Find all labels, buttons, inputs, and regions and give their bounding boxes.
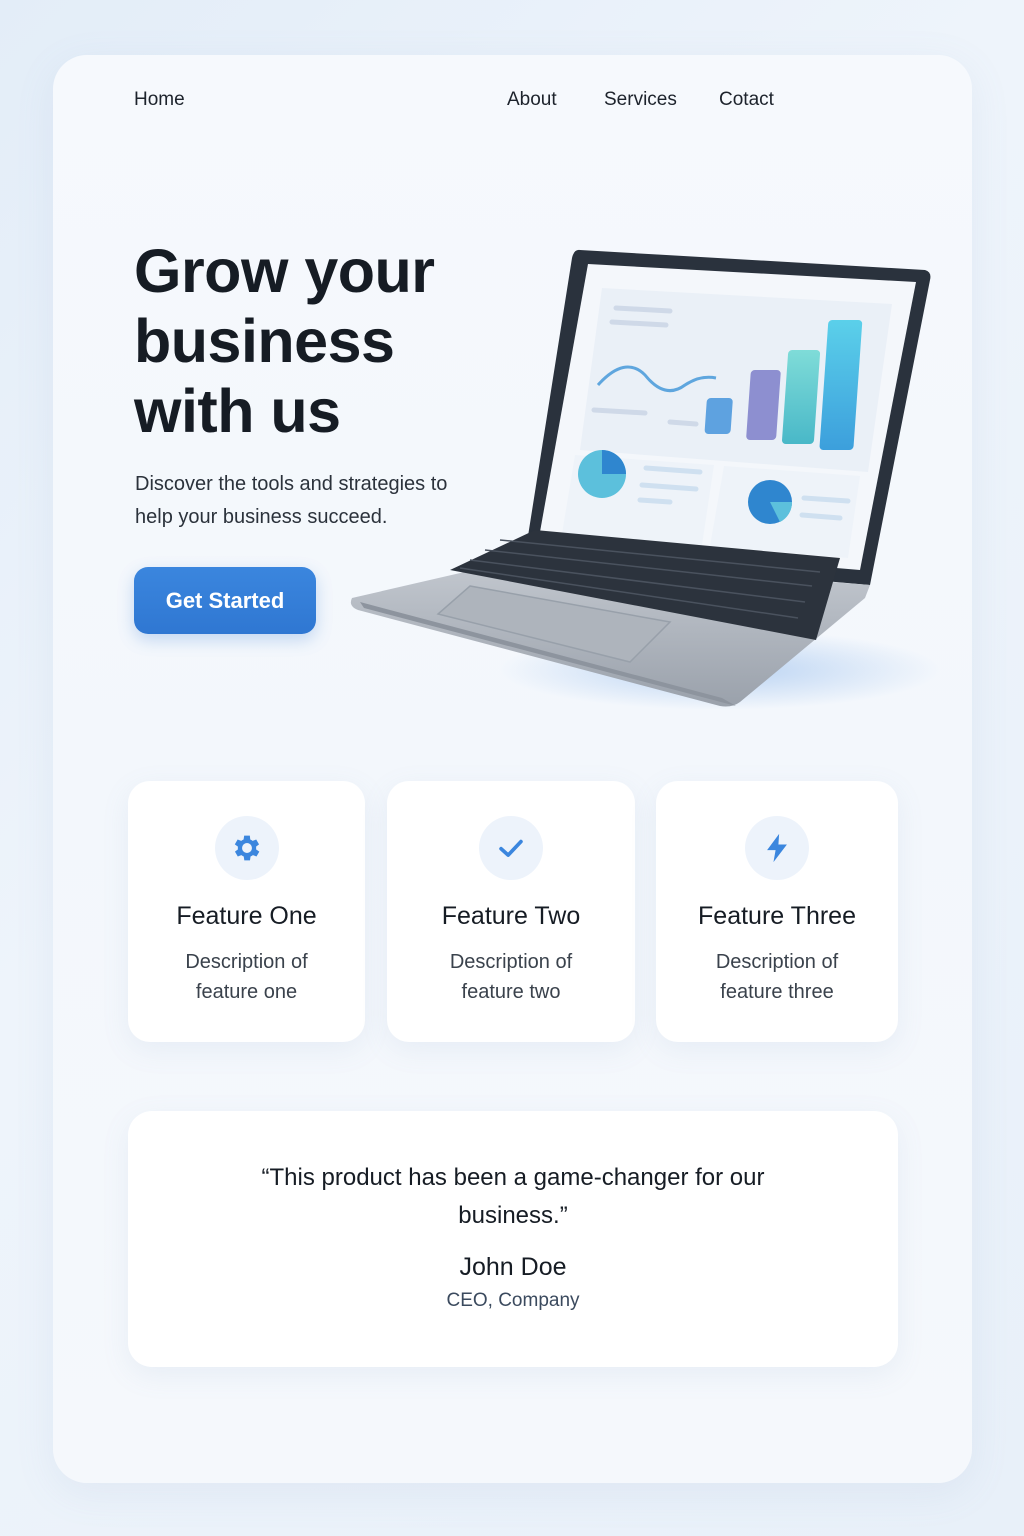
nav-link-about[interactable]: About bbox=[507, 89, 557, 111]
feature-description: Description of feature two bbox=[449, 951, 573, 1003]
checkmark-icon bbox=[479, 816, 543, 880]
nav-link-home[interactable]: Home bbox=[134, 89, 185, 111]
testimonial-role: CEO, Company bbox=[446, 1290, 580, 1311]
laptop-illustration bbox=[350, 249, 940, 710]
get-started-button[interactable]: Get Started bbox=[134, 567, 316, 634]
testimonial-author: John Doe bbox=[459, 1253, 567, 1281]
feature-description: Description of feature three bbox=[715, 951, 839, 1003]
feature-description: Description of feature one bbox=[185, 951, 308, 1003]
nav-link-contact[interactable]: Cotact bbox=[719, 89, 774, 111]
feature-title: Feature Three bbox=[698, 902, 856, 930]
feature-title: Feature One bbox=[176, 902, 317, 930]
feature-title: Feature Two bbox=[441, 902, 581, 930]
lightning-icon bbox=[745, 816, 809, 880]
feature-card: Feature Two Description of feature two bbox=[387, 781, 635, 1042]
gear-icon bbox=[214, 816, 279, 880]
feature-card: Feature One Description of feature one bbox=[128, 781, 365, 1042]
testimonial-quote: “This product has been a game-changer fo… bbox=[261, 1164, 765, 1229]
testimonial-card: “This product has been a game-changer fo… bbox=[128, 1111, 898, 1367]
nav-link-services[interactable]: Services bbox=[604, 89, 677, 111]
feature-card: Feature Three Description of feature thr… bbox=[656, 781, 898, 1042]
